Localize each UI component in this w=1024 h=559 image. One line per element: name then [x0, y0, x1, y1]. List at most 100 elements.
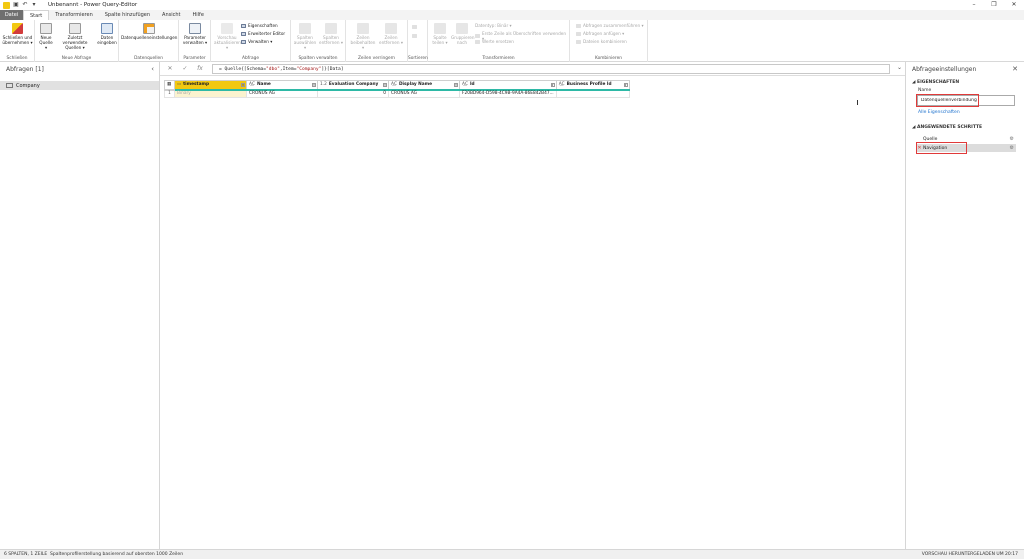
query-item-company[interactable]: Company — [0, 81, 159, 90]
choose-columns-button[interactable]: Spalten auswählen ▾ — [293, 23, 317, 50]
commit-formula-icon[interactable]: ✓ — [179, 65, 191, 72]
cancel-formula-icon[interactable]: ✕ — [164, 65, 176, 72]
close-window-button[interactable]: ✕ — [1004, 0, 1024, 10]
fx-icon[interactable]: fx — [194, 65, 206, 72]
table-cell[interactable]: 0 — [317, 89, 389, 98]
undo-icon[interactable]: ↶ — [22, 2, 28, 8]
applied-steps-title: ◢ ANGEWENDETE SCHRITTE — [912, 125, 983, 130]
gear-icon[interactable]: ⚙ — [1010, 136, 1014, 142]
column-header-display-name[interactable]: A͜C Display Name ▾ — [388, 80, 460, 91]
column-filter-dropdown-icon[interactable]: ▾ — [312, 83, 316, 87]
manage-icon — [241, 39, 246, 44]
tab-hilfe[interactable]: Hilfe — [187, 10, 210, 20]
table-cell[interactable]: CRONUS AG — [388, 89, 460, 98]
column-header-label: Business Profile Id — [566, 82, 612, 88]
status-bar: 6 SPALTEN, 1 ZEILE Spaltenprofilerstellu… — [0, 549, 1024, 559]
properties-button[interactable]: Eigenschaften — [241, 23, 278, 28]
tab-spalte-hinzufuegen[interactable]: Spalte hinzufügen — [99, 10, 156, 20]
datatype-dropdown[interactable]: Datentyp: Binär ▾ — [475, 23, 512, 28]
group-transform-label: Transformieren — [482, 56, 515, 61]
text-type-icon: A͜C — [391, 82, 397, 88]
table-cell[interactable]: F20BD964-D598-4C9B-9A4A-86E842B47... — [459, 89, 557, 98]
status-profiling[interactable]: Spaltenprofilerstellung basierend auf ob… — [50, 550, 183, 559]
column-header-business-profile-id[interactable]: A͜C Business Profile Id ▾ — [555, 80, 630, 91]
group-by-label: Gruppieren nach — [451, 35, 475, 45]
column-header-timestamp[interactable]: ▭ timestamp ▾ — [174, 80, 247, 91]
formula-schema: "dbo" — [266, 67, 280, 72]
column-filter-dropdown-icon[interactable]: ▾ — [550, 83, 555, 87]
group-by-button[interactable]: Gruppieren nach — [451, 23, 475, 45]
close-and-apply-button[interactable]: Schließen und übernehmen ▾ — [2, 23, 33, 45]
column-filter-dropdown-icon[interactable]: ▾ — [623, 83, 628, 87]
tab-transformieren[interactable]: Transformieren — [49, 10, 99, 20]
collapse-queries-icon[interactable]: ‹ — [151, 65, 154, 73]
manage-parameters-button[interactable]: Parameter verwalten ▾ — [181, 23, 209, 45]
row-number: 1 — [164, 89, 175, 98]
table-cell[interactable]: Binary — [174, 89, 247, 98]
recent-sources-button[interactable]: Zuletzt verwendete Quellen ▾ — [55, 23, 95, 50]
remove-rows-button[interactable]: Zeilen entfernen ▾ — [378, 23, 404, 45]
column-header-id[interactable]: A͜C Id ▾ — [459, 80, 557, 91]
delete-step-icon[interactable]: ✕ — [916, 145, 923, 151]
column-header-name[interactable]: A͜C Name ▾ — [246, 80, 318, 91]
tab-start[interactable]: Start — [23, 10, 50, 20]
merge-queries-icon — [576, 23, 581, 28]
merge-queries-button[interactable]: Abfragen zusammenführen ▾ — [576, 23, 644, 28]
close-apply-icon — [12, 23, 23, 34]
decimal-type-icon: 1.2 — [320, 82, 327, 88]
manage-query-button[interactable]: Verwalten ▾ — [241, 39, 272, 44]
advanced-editor-button[interactable]: Erweiterter Editor — [241, 31, 285, 36]
table-cell[interactable] — [555, 89, 630, 98]
gear-icon[interactable]: ⚙ — [1010, 145, 1014, 151]
refresh-preview-label: Vorschau aktualisieren ▾ — [214, 35, 241, 50]
data-source-settings-button[interactable]: Datenquelleneinstellungen — [121, 23, 177, 40]
query-name-input[interactable] — [917, 95, 1015, 106]
append-queries-button[interactable]: Abfragen anfügen ▾ — [576, 31, 624, 36]
combine-files-button[interactable]: Dateien kombinieren — [576, 39, 627, 44]
refresh-icon — [221, 23, 233, 34]
group-sort: Sortieren — [408, 20, 428, 62]
table-cell[interactable]: CRONUS AG — [246, 89, 318, 98]
replace-values-label: Werte ersetzen — [482, 39, 514, 44]
sort-ascending-button[interactable] — [412, 25, 419, 29]
refresh-preview-button[interactable]: Vorschau aktualisieren ▾ — [214, 23, 241, 50]
step-quelle[interactable]: Quelle ⚙ — [916, 135, 1016, 143]
sort-descending-button[interactable] — [412, 34, 419, 38]
minimize-button[interactable]: – — [964, 0, 984, 10]
advanced-editor-icon — [241, 31, 246, 36]
column-header-label: Display Name — [398, 82, 433, 88]
group-reduce-rows-label: Zeilen verringern — [357, 56, 396, 61]
formula-input[interactable]: = Quelle{[Schema="dbo",Item="Company"]}[… — [212, 64, 890, 74]
binary-type-icon: ▭ — [177, 82, 182, 88]
group-parameters: Parameter verwalten ▾ Parameter — [179, 20, 211, 62]
grid-corner-button[interactable]: ▦ — [164, 80, 175, 91]
new-source-button[interactable]: Neue Quelle ▾ — [38, 23, 54, 50]
remove-columns-button[interactable]: Spalten entfernen ▾ — [319, 23, 343, 45]
keep-rows-button[interactable]: Zeilen beibehalten ▾ — [350, 23, 376, 50]
enter-data-button[interactable]: Daten eingeben — [97, 23, 117, 45]
step-navigation[interactable]: ✕ Navigation ⚙ — [916, 144, 1016, 152]
quick-access-dropdown-icon[interactable]: ▾ — [31, 2, 37, 8]
tab-ansicht[interactable]: Ansicht — [156, 10, 186, 20]
split-column-button[interactable]: Spalte teilen ▾ — [430, 23, 450, 45]
column-header-evaluation-company[interactable]: 1.2 Evaluation Company ▾ — [317, 80, 389, 91]
queries-pane: Abfragen [1] ‹ Company — [0, 62, 160, 549]
enter-data-label: Daten eingeben — [97, 35, 117, 45]
group-new-query-label: Neue Abfrage — [61, 56, 92, 61]
formula-item: "Company" — [296, 67, 322, 72]
column-filter-dropdown-icon[interactable]: ▾ — [241, 83, 245, 87]
column-filter-dropdown-icon[interactable]: ▾ — [383, 83, 387, 87]
maximize-button[interactable]: ❐ — [984, 0, 1004, 10]
expand-formula-icon[interactable]: ⌄ — [897, 64, 902, 71]
column-filter-dropdown-icon[interactable]: ▾ — [454, 83, 458, 87]
replace-values-button[interactable]: Werte ersetzen — [475, 39, 514, 44]
sort-descending-icon — [412, 34, 417, 38]
close-settings-icon[interactable]: ✕ — [1012, 65, 1018, 73]
tab-datei[interactable]: Datei — [0, 10, 23, 20]
append-queries-icon — [576, 31, 581, 36]
save-icon[interactable]: ▣ — [13, 2, 19, 8]
text-type-icon: A͜C — [558, 82, 565, 88]
settings-header: Abfrageeinstellungen — [912, 66, 977, 73]
data-grid: ▦ ▭ timestamp ▾ A͜C Name ▾ 1.2 Evaluation Com… — [164, 80, 630, 98]
all-properties-link[interactable]: Alle Eigenschaften — [918, 110, 960, 115]
